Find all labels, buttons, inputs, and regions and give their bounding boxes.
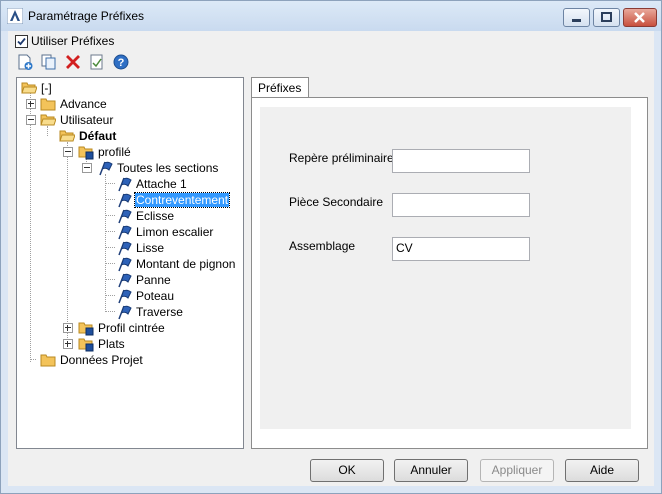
app-logo-icon bbox=[7, 8, 23, 24]
minimize-icon bbox=[572, 19, 581, 22]
title-bar[interactable]: Paramétrage Préfixes bbox=[1, 1, 661, 31]
tree-label: Lisse bbox=[136, 241, 165, 255]
section-flag-icon bbox=[118, 305, 132, 320]
piece-field[interactable] bbox=[392, 193, 530, 217]
new-icon[interactable] bbox=[16, 53, 34, 71]
close-icon bbox=[634, 12, 645, 23]
tree-node-section[interactable]: Traverse bbox=[17, 304, 237, 320]
use-prefixes-checkbox[interactable] bbox=[15, 35, 28, 48]
tree-node-profile[interactable]: profilé bbox=[17, 144, 237, 160]
dialog-window: Paramétrage Préfixes Utiliser Préfixes ?… bbox=[0, 0, 662, 494]
folder-open-icon bbox=[40, 114, 56, 126]
tree-node-plats[interactable]: Plats bbox=[17, 336, 237, 352]
collapse-icon[interactable] bbox=[26, 115, 36, 125]
assemblage-field[interactable] bbox=[392, 237, 530, 261]
profile-folder-icon bbox=[78, 146, 94, 160]
prefixes-form: Repère préliminaire Pièce Secondaire Ass… bbox=[260, 107, 631, 429]
close-button[interactable] bbox=[623, 8, 657, 27]
tree-node-section-selected[interactable]: Contreventement bbox=[17, 192, 237, 208]
copy-icon[interactable] bbox=[40, 53, 58, 71]
window-title: Paramétrage Préfixes bbox=[28, 9, 145, 23]
maximize-button[interactable] bbox=[593, 8, 620, 27]
tree-node-profil-cintree[interactable]: Profil cintrée bbox=[17, 320, 237, 336]
tree-label: Données Projet bbox=[60, 353, 143, 367]
tree-node-section[interactable]: Eclisse bbox=[17, 208, 237, 224]
folder-open-icon bbox=[21, 82, 37, 94]
use-prefixes-label: Utiliser Préfixes bbox=[31, 34, 115, 48]
tree-node-section[interactable]: Lisse bbox=[17, 240, 237, 256]
section-flag-icon bbox=[118, 289, 132, 304]
expand-icon[interactable] bbox=[63, 323, 73, 333]
tree-label: Défaut bbox=[79, 129, 117, 143]
tree-label: Traverse bbox=[136, 305, 183, 319]
piece-label: Pièce Secondaire bbox=[289, 195, 384, 209]
section-flag-icon bbox=[118, 225, 132, 240]
assemblage-label: Assemblage bbox=[289, 239, 356, 253]
profile-folder-icon bbox=[78, 322, 94, 336]
tree-node-advance[interactable]: Advance bbox=[17, 96, 237, 112]
tree-node-section[interactable]: Poteau bbox=[17, 288, 237, 304]
section-flag-icon bbox=[118, 273, 132, 288]
tree-label: Toutes les sections bbox=[117, 161, 219, 175]
section-flag-icon bbox=[118, 177, 132, 192]
minimize-button[interactable] bbox=[563, 8, 590, 27]
tree-node-toutes-sections[interactable]: Toutes les sections bbox=[17, 160, 237, 176]
section-flag-icon bbox=[118, 209, 132, 224]
section-flag-icon bbox=[118, 193, 132, 208]
section-flag-icon bbox=[118, 257, 132, 272]
tree-label: Contreventement bbox=[133, 192, 231, 208]
tree-node-section[interactable]: Limon escalier bbox=[17, 224, 237, 240]
svg-text:?: ? bbox=[118, 57, 125, 69]
tree-node-section[interactable]: Panne bbox=[17, 272, 237, 288]
dialog-client: Utiliser Préfixes ? [-] Advance Utilisat… bbox=[8, 31, 654, 486]
repere-field[interactable] bbox=[392, 149, 530, 173]
tree-label: Advance bbox=[60, 97, 107, 111]
cancel-button[interactable]: Annuler bbox=[394, 459, 468, 482]
ok-button[interactable]: OK bbox=[310, 459, 384, 482]
tree-label: Poteau bbox=[136, 289, 175, 303]
tree-label: Eclisse bbox=[136, 209, 175, 223]
checkmark-icon bbox=[17, 37, 26, 46]
tree-label: profilé bbox=[98, 145, 131, 159]
section-flag-icon bbox=[99, 161, 113, 176]
apply-button[interactable]: Appliquer bbox=[480, 459, 554, 482]
tree-node-section[interactable]: Montant de pignon bbox=[17, 256, 237, 272]
properties-icon[interactable] bbox=[88, 53, 106, 71]
tree-label: Plats bbox=[98, 337, 125, 351]
assemblage-input[interactable] bbox=[393, 238, 529, 258]
repere-label: Repère préliminaire bbox=[289, 151, 394, 165]
tree-node-utilisateur[interactable]: Utilisateur bbox=[17, 112, 237, 128]
folder-open-icon bbox=[59, 130, 75, 142]
piece-input[interactable] bbox=[393, 194, 529, 214]
tree-label: Profil cintrée bbox=[98, 321, 165, 335]
collapse-icon[interactable] bbox=[82, 163, 92, 173]
tree-label: Montant de pignon bbox=[136, 257, 236, 271]
folder-icon bbox=[40, 354, 56, 367]
tree-label: Limon escalier bbox=[136, 225, 214, 239]
tree-node-donnees-projet[interactable]: Données Projet bbox=[17, 352, 237, 368]
folder-icon bbox=[40, 98, 56, 111]
tree-label: Panne bbox=[136, 273, 171, 287]
expand-icon[interactable] bbox=[63, 339, 73, 349]
tab-label: Préfixes bbox=[258, 81, 302, 95]
help-button[interactable]: Aide bbox=[565, 459, 639, 482]
expand-icon[interactable] bbox=[26, 99, 36, 109]
prefixes-panel: Repère préliminaire Pièce Secondaire Ass… bbox=[251, 97, 648, 449]
repere-input[interactable] bbox=[393, 150, 529, 170]
maximize-icon bbox=[601, 12, 612, 22]
delete-icon[interactable] bbox=[64, 53, 82, 71]
tab-prefixes[interactable]: Préfixes bbox=[251, 77, 309, 98]
tree-node-section[interactable]: Attache 1 bbox=[17, 176, 237, 192]
help-icon[interactable]: ? bbox=[112, 53, 130, 71]
section-flag-icon bbox=[118, 241, 132, 256]
prefix-tree[interactable]: [-] Advance Utilisateur Défaut profilé T… bbox=[16, 77, 244, 449]
tree-node-defaut[interactable]: Défaut bbox=[17, 128, 237, 144]
tree-label: Attache 1 bbox=[136, 177, 187, 191]
tree-label: [-] bbox=[41, 81, 52, 95]
tree-label: Utilisateur bbox=[60, 113, 114, 127]
collapse-icon[interactable] bbox=[63, 147, 73, 157]
profile-folder-icon bbox=[78, 338, 94, 352]
